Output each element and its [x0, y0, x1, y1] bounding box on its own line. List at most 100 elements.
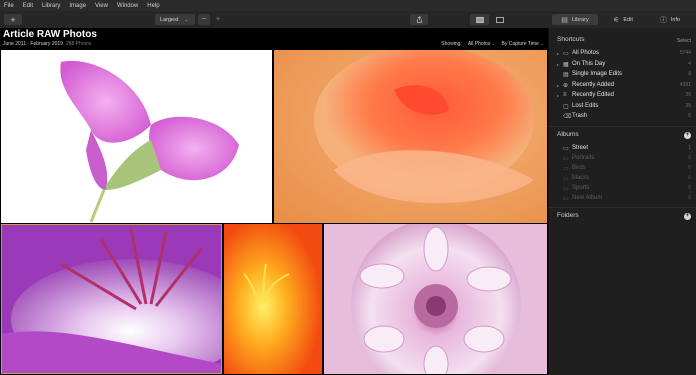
photo-thumbnail-selected[interactable] — [1, 224, 222, 374]
zoom-in-button[interactable]: + — [212, 14, 224, 25]
thumbnail-size-select[interactable]: Largest ⌄ — [155, 14, 195, 25]
share-icon — [416, 16, 422, 23]
photo-grid — [0, 49, 548, 375]
shortcuts-header: Shortcuts — [557, 36, 585, 43]
share-button[interactable] — [410, 14, 428, 25]
albums-header: Albums — [557, 131, 579, 138]
menu-file[interactable]: File — [4, 3, 14, 9]
album-item-new-album[interactable]: ▭ New Album 0 — [557, 193, 691, 203]
menu-bar: File Edit Library Image View Window Help — [0, 0, 696, 11]
edit-icon: ⚟ — [613, 16, 620, 24]
sidebar-item-label: On This Day — [572, 61, 606, 67]
sidebar-item-recently-added[interactable]: ▸ ⊕ Recently Added 4391 — [557, 80, 691, 90]
menu-edit[interactable]: Edit — [23, 3, 33, 9]
sidebar-item-on-this-day[interactable]: ▸ ▦ On This Day 4 — [557, 59, 691, 69]
sidebar-item-all-photos[interactable]: ▸ ▭ All Photos 5744 — [557, 48, 691, 58]
tab-edit[interactable]: ⚟ Edit — [602, 14, 644, 25]
sidebar-item-count: 5744 — [679, 50, 691, 56]
album-label: Sports — [572, 185, 590, 191]
album-label: Macro — [572, 175, 589, 181]
chevron-down-icon: ⌄ — [491, 41, 496, 47]
sort-order[interactable]: By Capture Time — [502, 41, 539, 47]
sidebar-item-count: 6 — [688, 113, 691, 119]
tab-info[interactable]: ⓘ Info — [648, 14, 692, 25]
trash-icon: ⌫ — [563, 113, 572, 120]
sidebar-item-recently-edited[interactable]: ▸ ≡ Recently Edited 26 — [557, 90, 691, 100]
sidebar-item-count: 4391 — [679, 82, 691, 88]
album-icon: ▭ — [563, 175, 569, 182]
size-select-value: Largest — [160, 16, 179, 23]
sidebar-item-label: All Photos — [572, 50, 600, 56]
chevron-down-icon: ⌄ — [184, 16, 189, 23]
photos-icon: ▭ — [563, 50, 569, 57]
photo-thumbnail[interactable] — [274, 50, 547, 223]
menu-window[interactable]: Window — [117, 3, 138, 9]
recently-added-icon: ⊕ — [563, 82, 569, 89]
album-count: 0 — [688, 195, 691, 201]
select-button[interactable]: Select — [677, 38, 691, 44]
gallery-title: Article RAW Photos — [3, 29, 97, 40]
grid-view-icon — [475, 16, 484, 23]
single-view-button[interactable] — [490, 14, 509, 25]
folders-header: Folders — [557, 212, 579, 219]
album-count: 0 — [688, 185, 691, 191]
sidebar-item-single-image-edits[interactable]: ▤ Single Image Edits 8 — [557, 69, 691, 79]
calendar-icon: ▦ — [563, 61, 569, 68]
album-label: Birds — [572, 165, 586, 171]
zoom-out-button[interactable]: − — [198, 14, 210, 25]
sidebar-item-count: 4 — [688, 61, 691, 67]
album-count: 1 — [688, 145, 691, 151]
sidebar-item-lost-edits[interactable]: ▢ Lost Edits 25 — [557, 101, 691, 111]
album-icon: ▭ — [563, 145, 569, 152]
filter-controls: Showing: All Photos ⌄ By Capture Time ⌄ — [435, 41, 544, 47]
lost-edits-icon: ▢ — [563, 103, 569, 110]
sidebar-item-label: Recently Edited — [572, 92, 615, 98]
album-item-birds[interactable]: ▭ Birds 0 — [557, 163, 691, 173]
album-icon: ▭ — [563, 195, 569, 202]
divider — [549, 207, 696, 208]
album-icon: ▭ — [563, 165, 569, 172]
menu-help[interactable]: Help — [147, 3, 159, 9]
album-count: 0 — [688, 175, 691, 181]
album-item-street[interactable]: ▭ Street 1 — [557, 143, 691, 153]
date-range: June 2011 - February 2019 — [3, 41, 63, 47]
info-icon: ⓘ — [659, 16, 667, 24]
toolbar: + Largest ⌄ − + ▤ Library ⚟ Edit ⓘ Info — [0, 11, 696, 28]
album-item-portraits[interactable]: ▭ Portraits 0 — [557, 153, 691, 163]
library-icon: ▤ — [561, 16, 568, 24]
sidebar-item-label: Trash — [572, 113, 588, 119]
sidebar-item-label: Recently Added — [572, 82, 615, 88]
album-count: 0 — [688, 165, 691, 171]
album-item-macro[interactable]: ▭ Macro 0 — [557, 173, 691, 183]
photo-thumbnail[interactable] — [324, 224, 547, 374]
sidebar-item-trash[interactable]: ⌫ Trash 6 — [557, 111, 691, 121]
single-view-icon — [495, 16, 504, 23]
single-image-icon: ▤ — [563, 71, 569, 78]
recently-edited-icon: ≡ — [563, 92, 567, 98]
tab-library[interactable]: ▤ Library — [552, 14, 598, 25]
album-item-sports[interactable]: ▭ Sports 0 — [557, 183, 691, 193]
album-label: Street — [572, 145, 589, 151]
tab-edit-label: Edit — [623, 16, 633, 23]
album-label: Portraits — [572, 155, 595, 161]
album-icon: ▭ — [563, 155, 569, 162]
showing-filter[interactable]: All Photos — [468, 41, 491, 47]
grid-view-button[interactable] — [470, 14, 489, 25]
album-icon: ▭ — [563, 185, 569, 192]
menu-view[interactable]: View — [95, 3, 108, 9]
photo-thumbnail[interactable] — [224, 224, 322, 374]
library-sidebar: Shortcuts Select ▸ ▭ All Photos 5744 ▸ ▦… — [548, 28, 696, 375]
menu-library[interactable]: Library — [42, 3, 60, 9]
add-button[interactable]: + — [4, 14, 22, 25]
showing-label: Showing: — [441, 41, 462, 47]
photo-count: 288 Photos — [65, 41, 92, 47]
add-folder-button[interactable]: + — [684, 213, 691, 220]
album-label: New Album — [572, 195, 603, 201]
menu-image[interactable]: Image — [69, 3, 86, 9]
gallery-subtitle: June 2011 - February 2019 288 Photos — [3, 41, 91, 47]
gallery-header: Article RAW Photos June 2011 - February … — [0, 28, 548, 49]
add-album-button[interactable]: + — [684, 132, 691, 139]
divider — [549, 126, 696, 127]
photo-thumbnail[interactable] — [1, 50, 272, 223]
sidebar-item-count: 25 — [685, 103, 691, 109]
